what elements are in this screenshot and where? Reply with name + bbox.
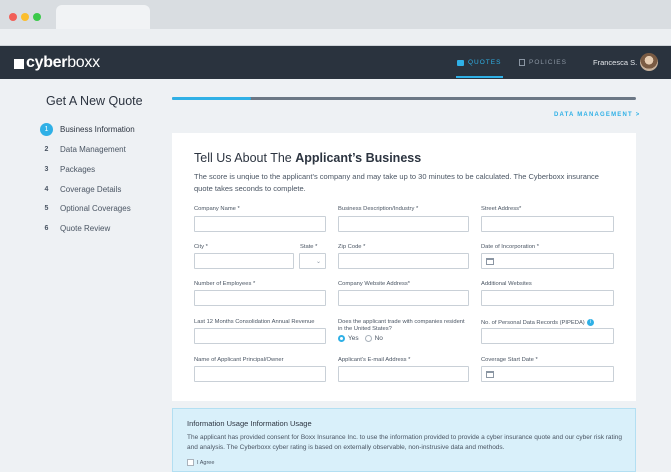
zip-code-label: Zip Code * xyxy=(338,244,366,250)
employees-input[interactable] xyxy=(194,290,326,306)
calendar-icon[interactable] xyxy=(486,371,494,378)
agree-checkbox-row[interactable]: I Agree xyxy=(187,459,214,466)
logo-text-bold: cyber xyxy=(26,53,68,71)
document-icon xyxy=(519,59,525,66)
company-name-label: Company Name * xyxy=(194,206,240,212)
coverage-start-input[interactable] xyxy=(481,366,614,382)
information-usage-box: Information Usage Information Usage The … xyxy=(172,408,636,472)
additional-websites-input[interactable] xyxy=(481,290,614,306)
nav-policies[interactable]: POLICIES xyxy=(519,59,567,66)
website-input[interactable] xyxy=(338,290,469,306)
agree-label: I Agree xyxy=(197,459,215,466)
step-number: 2 xyxy=(44,145,49,153)
agree-checkbox[interactable] xyxy=(187,459,194,466)
form-title: Tell Us About The Applicant’s Business xyxy=(194,151,421,165)
step-data-management[interactable]: 2 Data Management xyxy=(40,142,160,156)
incorporation-date-input[interactable] xyxy=(481,253,614,269)
additional-websites-label: Additional Websites xyxy=(481,281,532,287)
step-label: Packages xyxy=(60,164,96,174)
step-coverage-details[interactable]: 4 Coverage Details xyxy=(40,182,160,196)
email-input[interactable] xyxy=(338,366,469,382)
avatar[interactable] xyxy=(640,53,658,71)
form-description: The score is unqiue to the applicant’s c… xyxy=(194,172,599,193)
step-optional-coverages[interactable]: 5 Optional Coverages xyxy=(40,201,160,215)
personal-records-label: No. of Personal Data Records (PIPEDA) i xyxy=(481,319,594,327)
step-label: Quote Review xyxy=(60,223,111,233)
cyberboxx-logo[interactable]: cyber boxx xyxy=(14,54,100,71)
step-number: 1 xyxy=(40,122,53,136)
business-description-input[interactable] xyxy=(338,216,469,232)
briefcase-icon xyxy=(457,59,464,66)
coverage-start-label: Coverage Start Date * xyxy=(481,357,538,363)
step-label: Optional Coverages xyxy=(60,203,131,213)
logo-text-light: boxx xyxy=(67,53,100,71)
state-select[interactable]: ⌄ xyxy=(299,253,326,269)
email-label: Applicant’s E-mail Address * xyxy=(338,357,411,363)
step-number: 4 xyxy=(44,185,49,193)
page-title: Get A New Quote xyxy=(46,94,143,108)
maximize-window-icon[interactable] xyxy=(33,13,41,21)
address-bar xyxy=(0,29,671,46)
minimize-window-icon[interactable] xyxy=(21,13,29,21)
yes-radio[interactable] xyxy=(338,335,345,342)
form-title-bold: Applicant’s Business xyxy=(295,151,422,165)
trade-question-label: Does the applicant trade with companies … xyxy=(338,319,465,332)
business-description-label: Business Description/Industry * xyxy=(338,206,419,212)
chevron-down-icon: ⌄ xyxy=(315,259,321,265)
city-label: City * xyxy=(194,244,208,250)
step-business-information[interactable]: 1 Business Information xyxy=(40,122,160,136)
personal-records-text: No. of Personal Data Records (PIPEDA) xyxy=(481,320,585,327)
trade-radio-group: Yes No xyxy=(338,335,383,342)
step-number: 5 xyxy=(44,204,49,212)
step-quote-review[interactable]: 6 Quote Review xyxy=(40,221,160,235)
step-packages[interactable]: 3 Packages xyxy=(40,162,160,176)
nav-quotes[interactable]: QUOTES xyxy=(457,59,501,66)
street-address-input[interactable] xyxy=(481,216,614,232)
employees-label: Number of Employees * xyxy=(194,281,256,287)
step-label: Coverage Details xyxy=(60,184,122,194)
active-nav-indicator xyxy=(456,76,503,78)
step-label: Data Management xyxy=(60,144,126,154)
no-radio[interactable] xyxy=(364,335,372,342)
information-usage-title: Information Usage Information Usage xyxy=(187,419,312,428)
step-number: 3 xyxy=(44,165,49,173)
zip-code-input[interactable] xyxy=(338,253,469,269)
personal-records-input[interactable] xyxy=(481,328,614,344)
browser-tab[interactable] xyxy=(56,5,150,29)
revenue-label: Last 12 Months Consolidation Annual Reve… xyxy=(194,319,315,325)
incorporation-date-label: Date of Incorporation * xyxy=(481,244,540,250)
form-title-prefix: Tell Us About The xyxy=(194,151,296,165)
info-icon[interactable]: i xyxy=(586,319,594,326)
applicant-form-card: Tell Us About The Applicant’s Business T… xyxy=(172,133,636,401)
top-navbar: cyber boxx QUOTES POLICIES Francesca S. xyxy=(0,46,671,79)
logo-square-icon xyxy=(14,59,24,69)
no-label: No xyxy=(374,335,383,342)
city-input[interactable] xyxy=(194,253,294,269)
information-usage-text: The applicant has provided consent for B… xyxy=(187,434,623,451)
next-step-link[interactable]: DATA MANAGEMENT > xyxy=(554,112,640,118)
nav-quotes-label: QUOTES xyxy=(468,59,502,66)
step-number: 6 xyxy=(44,224,49,232)
principal-name-label: Name of Applicant Principal/Owner xyxy=(194,357,284,363)
nav-policies-label: POLICIES xyxy=(529,59,567,66)
step-label: Business Information xyxy=(60,124,135,134)
progress-fill xyxy=(172,97,251,100)
revenue-input[interactable] xyxy=(194,328,326,344)
street-address-label: Street Address* xyxy=(481,206,522,212)
website-label: Company Website Address* xyxy=(338,281,411,287)
calendar-icon[interactable] xyxy=(486,258,494,265)
close-window-icon[interactable] xyxy=(9,13,17,21)
company-name-input[interactable] xyxy=(194,216,326,232)
principal-name-input[interactable] xyxy=(194,366,326,382)
user-name[interactable]: Francesca S. xyxy=(593,58,637,67)
yes-label: Yes xyxy=(348,335,359,342)
browser-chrome xyxy=(0,0,671,46)
state-label: State * xyxy=(300,244,318,250)
